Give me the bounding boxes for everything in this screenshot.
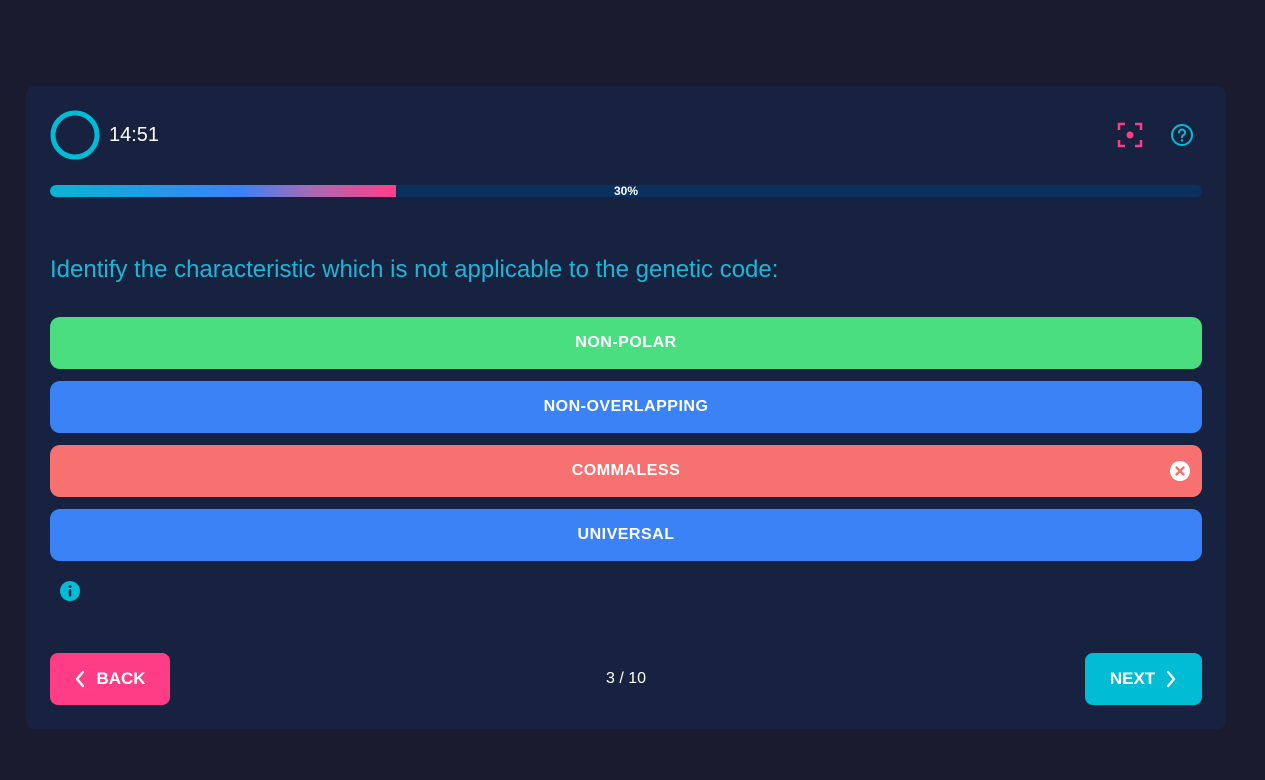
question-text: Identify the characteristic which is not… (50, 256, 779, 283)
option-commaless[interactable]: COMMALESS (50, 445, 1202, 497)
progress-bar: 30% (50, 185, 1202, 197)
option-non-polar[interactable]: NON-POLAR (50, 317, 1202, 369)
next-label: NEXT (1109, 669, 1156, 688)
focus-mode-button[interactable] (1115, 120, 1145, 150)
quiz-card: 14:51 30% Identify the characteristic wh… (26, 86, 1226, 729)
option-label: COMMALESS (571, 462, 681, 479)
close-circle-icon (1170, 461, 1190, 481)
help-circle-icon (1171, 124, 1193, 146)
option-label: NON-OVERLAPPING (543, 398, 709, 415)
timer-ring-icon (50, 110, 100, 160)
progress-label: 30% (613, 185, 639, 197)
chevron-right-icon (1166, 670, 1176, 688)
answer-options: NON-POLAR NON-OVERLAPPING COMMALESS UNIV… (50, 317, 1202, 573)
next-button[interactable]: NEXT (1085, 653, 1202, 705)
option-label: NON-POLAR (575, 334, 677, 351)
timer-text: 14:51 (109, 124, 160, 146)
option-label: UNIVERSAL (577, 526, 675, 543)
option-non-overlapping[interactable]: NON-OVERLAPPING (50, 381, 1202, 433)
focus-mode-icon (1117, 122, 1143, 148)
info-icon[interactable] (59, 580, 81, 602)
question-counter: 3 / 10 (605, 670, 647, 687)
help-button[interactable] (1167, 120, 1197, 150)
option-universal[interactable]: UNIVERSAL (50, 509, 1202, 561)
